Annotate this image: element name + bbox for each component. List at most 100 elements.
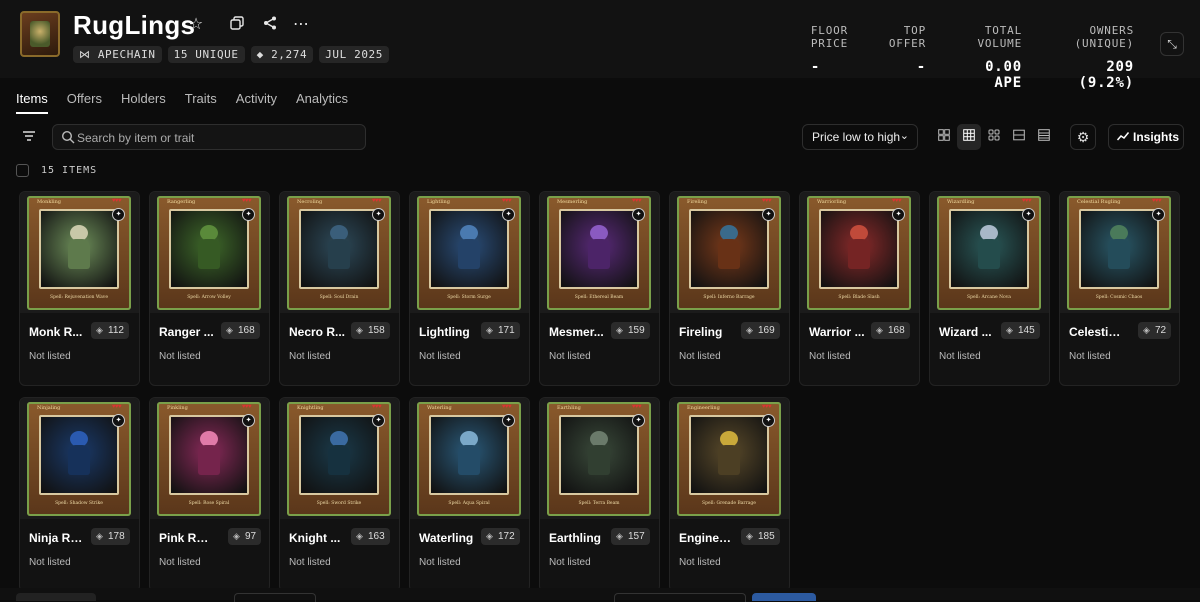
grid-large-icon xyxy=(938,129,950,141)
item-card-frame: Pinkling ♥♥♥ ✦ Spell: Rose Spiral xyxy=(157,402,261,516)
item-image[interactable]: Fireling ♥♥♥ ✦ Spell: Inferno Barrage xyxy=(670,192,789,313)
item-spell: Spell: Inferno Barrage xyxy=(703,295,755,300)
items-count-row: 15 ITEMS xyxy=(16,164,97,177)
item-card[interactable]: Ninjaling ♥♥♥ ✦ Spell: Shadow Strike Ninja R… xyxy=(19,397,140,592)
item-spell: Spell: Rejuvenation Wave xyxy=(50,295,108,300)
sort-dropdown[interactable]: Price low to high ⌄ xyxy=(802,124,918,150)
unique-tag: 15 UNIQUE xyxy=(167,46,245,63)
item-card-frame: Celestial Rugling ♥♥♥ ✦ Spell: Cosmic Chaos xyxy=(1067,196,1171,310)
item-image[interactable]: Pinkling ♥♥♥ ✦ Spell: Rose Spiral xyxy=(150,398,269,519)
item-image[interactable]: Monkling ♥♥♥ ✦ Spell: Rejuvenation Wave xyxy=(20,192,139,313)
item-card[interactable]: Warriorling ♥♥♥ ✦ Spell: Blade Slash Warrior… xyxy=(799,191,920,386)
filter-icon xyxy=(23,131,35,141)
tab-traits[interactable]: Traits xyxy=(185,91,217,114)
item-portrait xyxy=(429,415,509,495)
item-card[interactable]: Necroling ♥♥♥ ✦ Spell: Soul Drain Necro R...… xyxy=(279,191,400,386)
item-card[interactable]: Mesmerling ♥♥♥ ✦ Spell: Ethereal Beam Mesmer… xyxy=(539,191,660,386)
item-spell: Spell: Aqua Spiral xyxy=(448,501,490,506)
item-spell: Spell: Shadow Strike xyxy=(55,501,103,506)
item-image[interactable]: Earthling ♥♥♥ ✦ Spell: Terra Beam xyxy=(540,398,659,519)
item-image[interactable]: Lightling ♥♥♥ ✦ Spell: Storm Surge xyxy=(410,192,529,313)
item-card[interactable]: Rangerling ♥♥♥ ✦ Spell: Arrow Volley Ranger … xyxy=(149,191,270,386)
item-supply-badge: ◈ 159 xyxy=(611,322,650,339)
element-badge-icon: ✦ xyxy=(762,208,775,221)
view-medium-grid-button[interactable] xyxy=(957,124,981,150)
tab-offers[interactable]: Offers xyxy=(67,91,102,114)
bottom-input[interactable] xyxy=(614,593,746,602)
tab-analytics[interactable]: Analytics xyxy=(296,91,348,114)
item-image[interactable]: Wizardling ♥♥♥ ✦ Spell: Arcane Nova xyxy=(930,192,1049,313)
item-listing-status: Not listed xyxy=(549,557,591,568)
item-card-frame: Warriorling ♥♥♥ ✦ Spell: Blade Slash xyxy=(807,196,911,310)
share-icon[interactable] xyxy=(261,16,279,34)
item-image[interactable]: Necroling ♥♥♥ ✦ Spell: Soul Drain xyxy=(280,192,399,313)
tab-items[interactable]: Items xyxy=(16,91,48,114)
element-badge-icon: ✦ xyxy=(242,208,255,221)
item-image[interactable]: Warriorling ♥♥♥ ✦ Spell: Blade Slash xyxy=(800,192,919,313)
item-card[interactable]: Fireling ♥♥♥ ✦ Spell: Inferno Barrage Fireli… xyxy=(669,191,790,386)
layers-icon: ◈ xyxy=(746,325,753,335)
view-list-button[interactable] xyxy=(1007,124,1031,150)
item-listing-status: Not listed xyxy=(809,351,851,362)
item-card-title: Rangerling xyxy=(167,199,196,205)
stat-total-volume: TOTAL VOLUME 0.00 APE xyxy=(977,24,1022,91)
item-card[interactable]: Pinkling ♥♥♥ ✦ Spell: Rose Spiral Pink Rugl.… xyxy=(149,397,270,592)
search-box xyxy=(52,124,366,150)
element-badge-icon: ✦ xyxy=(112,208,125,221)
item-card[interactable]: Wizardling ♥♥♥ ✦ Spell: Arcane Nova Wizard .… xyxy=(929,191,1050,386)
item-image[interactable]: Ninjaling ♥♥♥ ✦ Spell: Shadow Strike xyxy=(20,398,139,519)
gear-icon: ⚙ xyxy=(1076,129,1090,145)
item-card-title: Fireling xyxy=(687,199,708,205)
item-card[interactable]: Engineerling ♥♥♥ ✦ Spell: Grenade Barrage En… xyxy=(669,397,790,592)
item-card[interactable]: Knightling ♥♥♥ ✦ Spell: Sword Strike Knight … xyxy=(279,397,400,592)
layers-icon: ◈ xyxy=(1006,325,1013,335)
item-card[interactable]: Lightling ♥♥♥ ✦ Spell: Storm Surge Lightling… xyxy=(409,191,530,386)
item-image[interactable]: Waterling ♥♥♥ ✦ Spell: Aqua Spiral xyxy=(410,398,529,519)
collection-avatar[interactable] xyxy=(20,11,60,57)
filter-toggle-button[interactable] xyxy=(16,125,42,149)
item-name: Knight ... xyxy=(289,531,341,545)
view-mode-switcher xyxy=(932,124,1056,150)
select-all-checkbox[interactable] xyxy=(16,164,29,177)
tab-holders[interactable]: Holders xyxy=(121,91,166,114)
character-figure xyxy=(1105,225,1133,273)
bottom-secondary-button[interactable] xyxy=(234,593,316,602)
view-small-grid-button[interactable] xyxy=(982,124,1006,150)
item-portrait xyxy=(299,209,379,289)
item-spell: Spell: Arrow Volley xyxy=(187,295,231,300)
item-portrait xyxy=(169,209,249,289)
item-card[interactable]: Celestial Rugling ♥♥♥ ✦ Spell: Cosmic Chaos… xyxy=(1059,191,1180,386)
settings-button[interactable]: ⚙ xyxy=(1070,124,1096,150)
item-image[interactable]: Celestial Rugling ♥♥♥ ✦ Spell: Cosmic Chaos xyxy=(1060,192,1179,313)
view-large-grid-button[interactable] xyxy=(932,124,956,150)
copy-icon[interactable] xyxy=(228,16,246,34)
hearts-icon: ♥♥♥ xyxy=(631,198,642,204)
item-spell: Spell: Terra Beam xyxy=(578,501,620,506)
item-image[interactable]: Knightling ♥♥♥ ✦ Spell: Sword Strike xyxy=(280,398,399,519)
item-card-frame: Fireling ♥♥♥ ✦ Spell: Inferno Barrage xyxy=(677,196,781,310)
item-card[interactable]: Waterling ♥♥♥ ✦ Spell: Aqua Spiral Waterling… xyxy=(409,397,530,592)
view-table-button[interactable] xyxy=(1032,124,1056,150)
item-supply-badge: ◈ 185 xyxy=(741,528,780,545)
more-options-icon[interactable]: ⋯ xyxy=(292,16,310,34)
item-image[interactable]: Rangerling ♥♥♥ ✦ Spell: Arrow Volley xyxy=(150,192,269,313)
star-icon[interactable]: ☆ xyxy=(187,16,205,34)
item-image[interactable]: Engineerling ♥♥♥ ✦ Spell: Grenade Barrage xyxy=(670,398,789,519)
item-listing-status: Not listed xyxy=(679,557,721,568)
item-supply-badge: ◈ 145 xyxy=(1001,322,1040,339)
item-card-title: Engineerling xyxy=(687,405,720,411)
item-card[interactable]: Monkling ♥♥♥ ✦ Spell: Rejuvenation Wave Monk… xyxy=(19,191,140,386)
insights-button[interactable]: Insights xyxy=(1108,124,1184,150)
item-card-frame: Monkling ♥♥♥ ✦ Spell: Rejuvenation Wave xyxy=(27,196,131,310)
item-portrait xyxy=(429,209,509,289)
item-name: Wizard ... xyxy=(939,325,992,339)
item-card[interactable]: Earthling ♥♥♥ ✦ Spell: Terra Beam Earthling ◈… xyxy=(539,397,660,592)
item-spell: Spell: Storm Surge xyxy=(447,295,491,300)
collapse-header-button[interactable]: ⤡ xyxy=(1160,32,1184,56)
tab-activity[interactable]: Activity xyxy=(236,91,277,114)
item-name: Lightling xyxy=(419,325,470,339)
hearts-icon: ♥♥♥ xyxy=(111,198,122,204)
search-input[interactable] xyxy=(75,127,359,149)
item-portrait xyxy=(559,415,639,495)
item-image[interactable]: Mesmerling ♥♥♥ ✦ Spell: Ethereal Beam xyxy=(540,192,659,313)
